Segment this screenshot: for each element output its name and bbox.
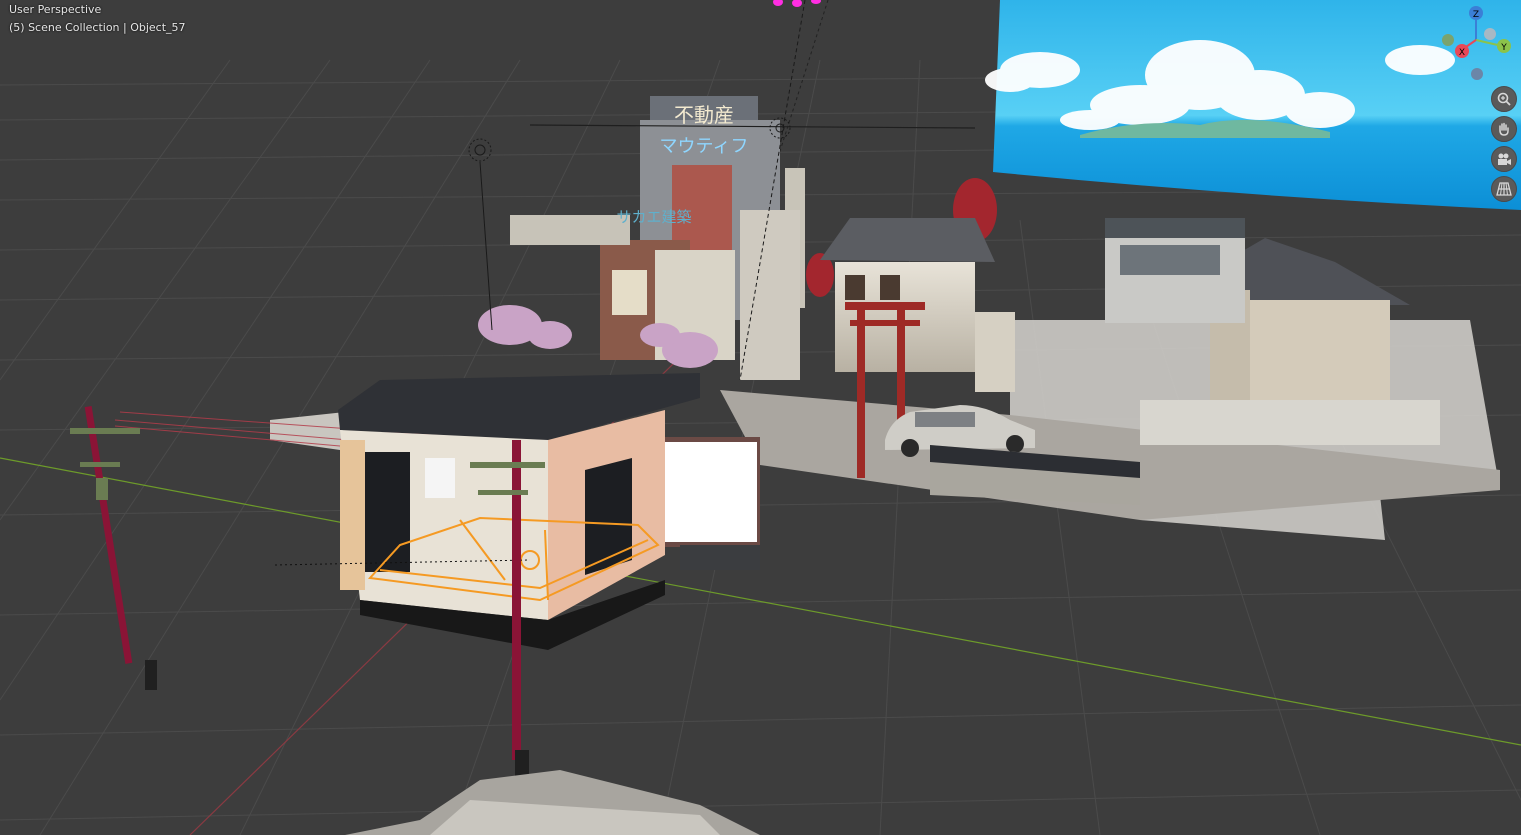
gizmo-neg-x-handle[interactable]: [1484, 28, 1496, 40]
gizmo-neg-y-handle[interactable]: [1442, 34, 1454, 46]
gizmo-neg-z-handle[interactable]: [1471, 68, 1483, 80]
sign-katakana: マウティフ: [660, 136, 749, 157]
navigation-gizmo[interactable]: Z Y X: [1436, 2, 1520, 86]
camera-icon: [1498, 153, 1511, 165]
3d-viewport[interactable]: 不動産 マウティフ サカエ建築: [0, 0, 1521, 835]
sign-real-estate: 不動産: [674, 103, 734, 127]
gizmo-z-label: Z: [1473, 10, 1479, 20]
gizmo-y-label: Y: [1500, 43, 1507, 53]
grid-view-icon: [1496, 182, 1512, 196]
concrete-wall: [1140, 400, 1440, 445]
view-mode-label: User Perspective: [9, 3, 102, 16]
zoom-icon: [1497, 92, 1511, 106]
warehouse: [1105, 218, 1245, 323]
hand-pan-icon: [1499, 122, 1509, 136]
zoom-button[interactable]: [1491, 86, 1517, 112]
active-object-label: (5) Scene Collection | Object_57: [9, 21, 186, 34]
pan-button[interactable]: [1491, 116, 1517, 142]
camera-view-button[interactable]: [1491, 146, 1517, 172]
gizmo-x-label: X: [1459, 48, 1465, 58]
orthographic-toggle-button[interactable]: [1491, 176, 1517, 202]
sign-sakae: サカエ建築: [616, 208, 691, 226]
